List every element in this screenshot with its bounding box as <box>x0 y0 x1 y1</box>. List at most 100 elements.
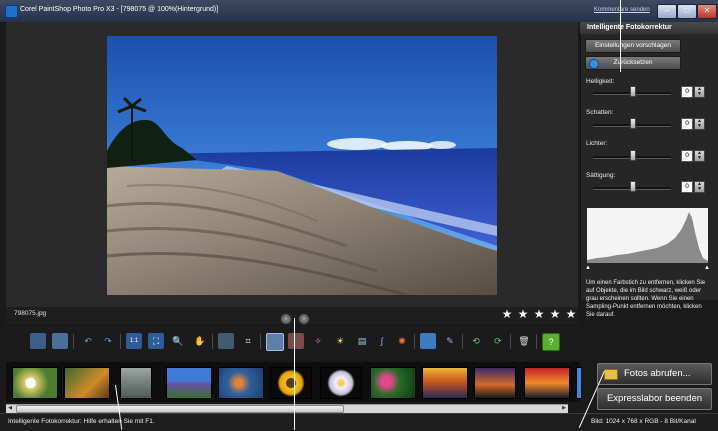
saturation-label: Sättigung: <box>586 172 616 179</box>
thumbnail-daisies[interactable] <box>12 367 58 399</box>
toolbar-divider <box>536 334 537 349</box>
crop-icon[interactable]: ⌗ <box>240 333 256 349</box>
thumbnail-evening-street[interactable] <box>474 367 516 399</box>
reset-icon <box>589 59 599 69</box>
save-icon[interactable] <box>30 333 46 349</box>
saturation-value[interactable]: 0 <box>681 181 693 193</box>
thumbnail-white-flower[interactable] <box>320 367 362 399</box>
suggest-settings-button[interactable]: Einstellungen vorschlagen <box>585 39 681 53</box>
thumbnail-rock-stone[interactable] <box>120 367 152 399</box>
red-eye-icon[interactable] <box>288 333 304 349</box>
panel-title: Intelligente Fotokorrektur <box>587 24 672 31</box>
thumbnail-red-sunset[interactable] <box>524 367 570 399</box>
minimize-button[interactable]: – <box>657 4 677 19</box>
close-button[interactable]: ✕ <box>697 4 717 19</box>
folder-icon <box>604 369 618 380</box>
clone-icon[interactable]: ✎ <box>442 333 458 349</box>
callout-line <box>294 318 295 430</box>
fetch-photos-label: Fotos abrufen... <box>624 368 691 379</box>
beach-photo[interactable] <box>107 36 497 295</box>
save-as-icon[interactable] <box>52 333 68 349</box>
highlights-value[interactable]: 0 <box>681 150 693 162</box>
toolbar-divider <box>212 334 213 349</box>
window-title: Corel PaintShop Photo Pro X3 - [798075 @… <box>20 6 219 13</box>
rating-star-icon[interactable]: ★ <box>565 308 577 320</box>
thumbnail-sunset-field[interactable] <box>422 367 468 399</box>
filename-label: 798075.jpg <box>14 310 47 317</box>
panel-help-text: Um einen Farbstich zu entfernen, klicken… <box>586 280 706 318</box>
next-image-button[interactable]: › <box>298 313 310 325</box>
help-icon[interactable]: ? <box>542 333 560 351</box>
fetch-photos-button[interactable]: Fotos abrufen... <box>597 363 712 385</box>
zoom-icon[interactable]: 🔍 <box>170 333 186 349</box>
levels-icon[interactable]: ▤ <box>354 333 370 349</box>
undo-icon[interactable]: ↶ <box>80 333 96 349</box>
toolbar-divider <box>120 334 121 349</box>
toolbar-divider <box>73 334 74 349</box>
fill-light-icon[interactable]: ☀ <box>332 333 348 349</box>
spin-down-icon: ▼ <box>697 155 702 161</box>
brightness-value[interactable]: 0 <box>681 86 693 98</box>
toolbar-divider <box>414 334 415 349</box>
retouch-icon[interactable]: ✺ <box>394 333 410 349</box>
callout-line <box>620 0 621 72</box>
redo-icon[interactable]: ↷ <box>100 333 116 349</box>
shadows-slider-thumb[interactable] <box>630 118 636 129</box>
saturation-slider-thumb[interactable] <box>630 181 636 192</box>
toolbar-divider <box>462 334 463 349</box>
brightness-slider-thumb[interactable] <box>630 86 636 97</box>
spin-down-icon: ▼ <box>697 91 702 97</box>
panel-header: Intelligente Fotokorrektur <box>580 22 718 34</box>
pan-hand-icon[interactable]: ✋ <box>192 333 208 349</box>
scroll-left-icon[interactable]: ◀ <box>6 404 14 412</box>
black-point-marker[interactable]: ▲ <box>585 265 591 271</box>
rating-star-icon[interactable]: ★ <box>501 308 513 320</box>
curves-icon[interactable]: ∫ <box>374 333 390 349</box>
previous-image-button[interactable]: ‹ <box>280 313 292 325</box>
paintshop-app-icon[interactable] <box>5 5 18 18</box>
smart-fix-icon[interactable] <box>266 333 284 351</box>
actual-size-icon[interactable]: 1:1 <box>126 333 142 349</box>
scroll-right-icon[interactable]: ▶ <box>560 404 568 412</box>
minimize-icon: – <box>664 6 670 15</box>
white-point-marker[interactable]: ▲ <box>704 265 710 271</box>
thumbnail-lavender-field[interactable] <box>166 367 212 399</box>
exit-express-lab-button[interactable]: Expresslabor beenden <box>597 388 712 410</box>
3d-cube-icon[interactable] <box>420 333 436 349</box>
reset-button[interactable]: Zurücksetzen <box>585 56 681 70</box>
thumbnail-starfish[interactable] <box>218 367 264 399</box>
shadows-spinner[interactable]: ▲ ▼ <box>694 118 705 130</box>
rotate-right-icon[interactable]: ⟳ <box>490 333 506 349</box>
image-dimensions-status: Bild: 1024 x 768 x RGB - 8 Bit/Kanal <box>591 418 696 425</box>
spin-down-icon: ▼ <box>697 123 702 129</box>
shadows-value[interactable]: 0 <box>681 118 693 130</box>
rating-star-icon[interactable]: ★ <box>549 308 561 320</box>
highlights-label: Lichter: <box>586 140 608 147</box>
rating-star-icon[interactable]: ★ <box>533 308 545 320</box>
chevron-right-icon: › <box>303 316 305 322</box>
shadows-label: Schatten: <box>586 109 614 116</box>
brightness-spinner[interactable]: ▲ ▼ <box>694 86 705 98</box>
send-comments-link[interactable]: Kommentare senden <box>594 7 650 13</box>
maximize-button[interactable]: □ <box>677 4 697 19</box>
maximize-icon: □ <box>684 6 690 15</box>
saturation-spinner[interactable]: ▲ ▼ <box>694 181 705 193</box>
chevron-left-icon: ‹ <box>285 316 287 322</box>
thumbnail-river-autumn[interactable] <box>64 367 110 399</box>
rating-star-icon[interactable]: ★ <box>517 308 529 320</box>
thumbnail-sunflower[interactable] <box>270 367 312 399</box>
toolbar-divider <box>510 334 511 349</box>
toolbar-divider <box>260 334 261 349</box>
straighten-icon[interactable] <box>218 333 234 349</box>
status-message: Intelligente Fotokorrektur: Hilfe erhalt… <box>8 418 155 425</box>
brightness-label: Helligkeit: <box>586 78 615 85</box>
highlights-slider-thumb[interactable] <box>630 150 636 161</box>
rotate-left-icon[interactable]: ⟲ <box>468 333 484 349</box>
makeover-icon[interactable]: ✧ <box>310 333 326 349</box>
fit-window-icon[interactable]: ⛶ <box>148 333 164 349</box>
histogram <box>587 208 708 263</box>
thumbnail-pink-orchids[interactable] <box>370 367 416 399</box>
highlights-spinner[interactable]: ▲ ▼ <box>694 150 705 162</box>
thumbnail-blue-sky[interactable] <box>576 367 582 399</box>
delete-icon[interactable]: 🗑 <box>516 333 532 349</box>
